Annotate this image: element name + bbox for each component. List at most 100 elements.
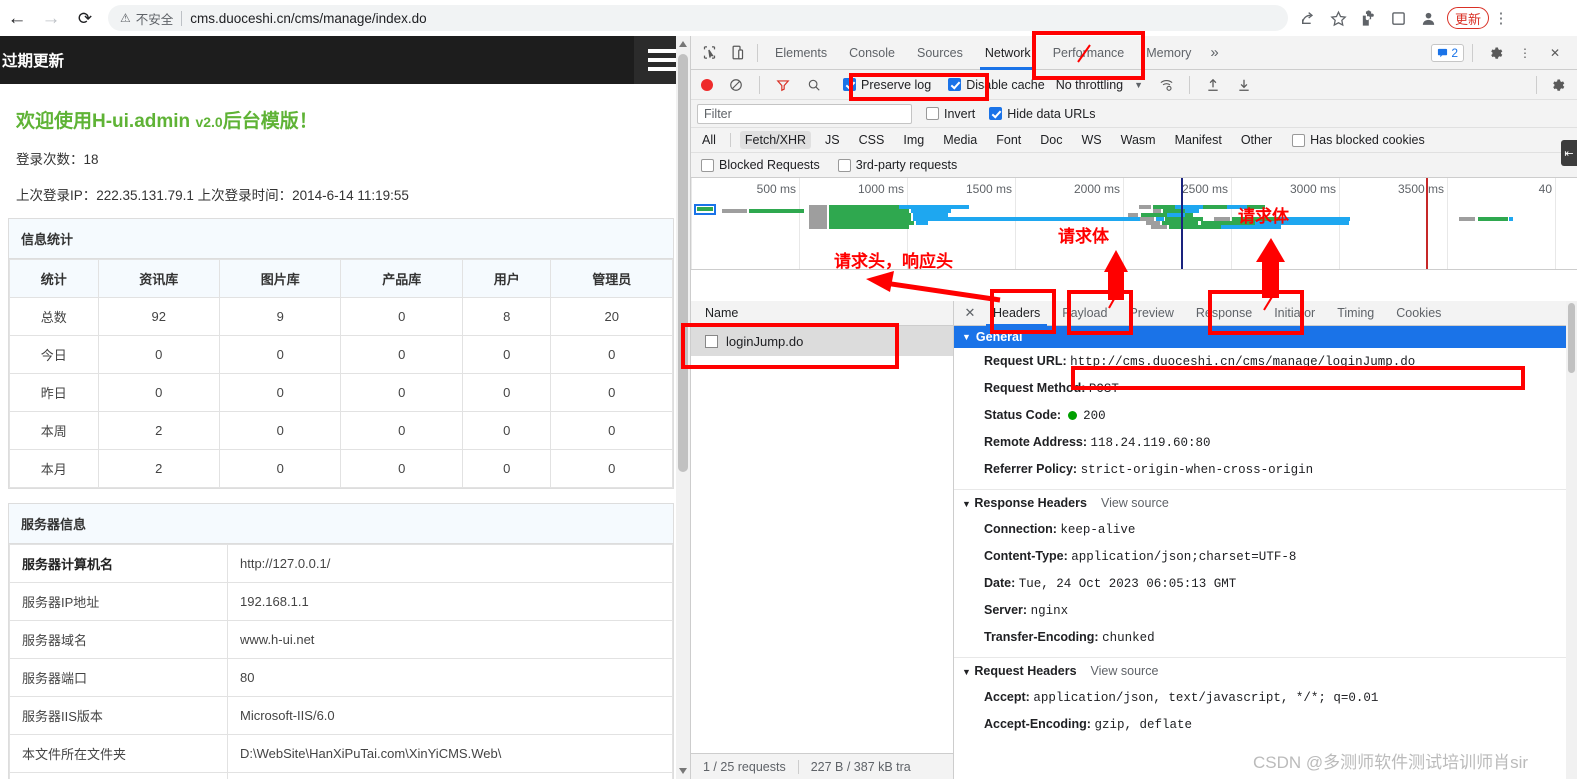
requests-column-header: Name: [691, 301, 953, 326]
cell: 0: [340, 411, 463, 450]
general-section-header[interactable]: ▼ General: [954, 326, 1577, 348]
welcome-main: 欢迎使用H-ui.admin: [16, 111, 196, 132]
row-value: 80: [227, 658, 673, 697]
cell: 本周: [9, 411, 99, 450]
has-blocked-cookies-checkbox[interactable]: Has blocked cookies: [1292, 133, 1425, 147]
scrollbar-thumb[interactable]: [678, 54, 688, 472]
tab-response[interactable]: Response: [1185, 301, 1263, 326]
row-value: nginx: [1030, 604, 1069, 618]
upload-arrow-icon[interactable]: [1199, 71, 1227, 99]
tab-payload[interactable]: Payload: [1051, 301, 1118, 326]
type-filter-wasm[interactable]: Wasm: [1116, 131, 1161, 149]
cell: 0: [97, 373, 221, 412]
close-detail-icon[interactable]: ✕: [958, 305, 982, 321]
timeline-tick: 2500 ms: [1181, 182, 1228, 196]
address-bar[interactable]: ⚠ 不安全 cms.duoceshi.cn/cms/manage/index.d…: [108, 5, 1288, 31]
download-arrow-icon[interactable]: [1230, 71, 1258, 99]
preserve-log-checkbox[interactable]: Preserve log: [843, 78, 931, 92]
clear-icon[interactable]: [722, 71, 750, 99]
device-toolbar-icon[interactable]: [723, 39, 751, 67]
browser-menu-icon[interactable]: ⋮: [1491, 9, 1511, 27]
update-button[interactable]: 更新: [1447, 7, 1490, 29]
devtools-menu-icon[interactable]: ⋮: [1511, 39, 1539, 67]
tab-performance[interactable]: Performance: [1042, 36, 1136, 70]
network-settings-gear-icon[interactable]: [1543, 71, 1571, 99]
type-filter-js[interactable]: JS: [820, 131, 845, 149]
network-overview-timeline[interactable]: 500 ms 1000 ms 1500 ms 2000 ms 2500 ms 3…: [691, 178, 1577, 270]
blocked-requests-checkbox[interactable]: Blocked Requests: [701, 158, 820, 172]
message-count-badge[interactable]: 2: [1431, 43, 1464, 62]
page-scrollbar[interactable]: [676, 36, 690, 779]
forward-icon[interactable]: →: [34, 1, 68, 35]
remote-address-value: 118.24.119.60:80: [1090, 436, 1211, 450]
third-party-requests-checkbox[interactable]: 3rd-party requests: [837, 158, 957, 172]
server-info-panel: 服务器信息 服务器计算机名 http://127.0.0.1/ 服务器IP地址 …: [8, 503, 674, 779]
type-filter-ws[interactable]: WS: [1076, 131, 1106, 149]
response-headers-section-header[interactable]: ▼ Response Headers View source: [954, 489, 1577, 516]
type-filter-doc[interactable]: Doc: [1035, 131, 1067, 149]
invert-checkbox[interactable]: Invert: [926, 107, 975, 121]
tab-network[interactable]: Network: [974, 36, 1042, 70]
disable-cache-checkbox[interactable]: Disable cache: [948, 78, 1045, 92]
detail-scrollbar[interactable]: [1566, 301, 1577, 779]
scrollbar-thumb[interactable]: [1568, 303, 1575, 373]
filter-icon[interactable]: [769, 71, 797, 99]
search-input[interactable]: Filter: [697, 103, 912, 124]
tab-headers[interactable]: Headers: [982, 301, 1051, 326]
tab-timing[interactable]: Timing: [1326, 301, 1385, 326]
request-headers-section-header[interactable]: ▼ Request Headers View source: [954, 657, 1577, 684]
type-filter-all[interactable]: All: [697, 131, 721, 149]
tab-cookies[interactable]: Cookies: [1385, 301, 1452, 326]
inspect-element-icon[interactable]: [695, 39, 723, 67]
cell: 9: [219, 297, 342, 336]
row-key: Accept:: [984, 690, 1030, 704]
type-filter-media[interactable]: Media: [938, 131, 982, 149]
back-icon[interactable]: ←: [0, 1, 34, 35]
avatar-icon[interactable]: [1414, 4, 1442, 32]
type-filter-font[interactable]: Font: [991, 131, 1026, 149]
gear-icon[interactable]: [1481, 39, 1509, 67]
overview-bar: [749, 209, 804, 213]
puzzle-icon[interactable]: [1354, 4, 1382, 32]
network-toolbar: Preserve log Disable cache No throttling…: [691, 70, 1577, 100]
tab-initiator[interactable]: Initiator: [1263, 301, 1326, 326]
checkbox-box: [948, 78, 962, 91]
close-icon[interactable]: ✕: [1541, 39, 1569, 67]
search-icon[interactable]: [800, 71, 828, 99]
tab-elements[interactable]: Elements: [764, 36, 838, 70]
toolbar-divider: [759, 75, 760, 94]
chevron-down-icon[interactable]: ▼: [1134, 80, 1143, 90]
cell: 0: [340, 373, 463, 412]
scroll-down-icon[interactable]: [679, 768, 687, 774]
record-icon[interactable]: [701, 78, 713, 91]
chevron-down-icon: ▼: [962, 332, 971, 342]
wifi-settings-icon[interactable]: [1152, 71, 1180, 99]
tab-sources[interactable]: Sources: [906, 36, 974, 70]
view-source-link[interactable]: View source: [1101, 496, 1169, 510]
share-icon[interactable]: [1294, 4, 1322, 32]
tab-memory[interactable]: Memory: [1135, 36, 1202, 70]
throttling-select[interactable]: No throttling: [1056, 78, 1123, 92]
side-panel-icon[interactable]: [1384, 4, 1412, 32]
hide-data-urls-label: Hide data URLs: [1007, 106, 1096, 121]
hide-data-urls-checkbox[interactable]: Hide data URLs: [989, 106, 1096, 121]
request-method-value: POST: [1088, 382, 1119, 396]
tab-console[interactable]: Console: [838, 36, 906, 70]
type-filter-other[interactable]: Other: [1236, 131, 1277, 149]
chevron-double-right-icon[interactable]: »: [1202, 44, 1226, 61]
list-item[interactable]: loginJump.do: [691, 326, 953, 356]
scroll-up-icon[interactable]: [679, 41, 687, 47]
update-label: 更新: [1455, 11, 1482, 27]
type-filter-img[interactable]: Img: [898, 131, 929, 149]
cell: 0: [97, 335, 221, 374]
reload-icon[interactable]: ⟳: [68, 1, 102, 35]
tab-preview[interactable]: Preview: [1118, 301, 1184, 326]
type-filter-fetch-xhr[interactable]: Fetch/XHR: [739, 131, 812, 149]
transfer-size: 227 B / 387 kB tra: [810, 759, 911, 774]
row-value: Microsoft-IIS/6.0: [227, 696, 673, 735]
type-filter-manifest[interactable]: Manifest: [1170, 131, 1227, 149]
type-filter-css[interactable]: CSS: [854, 131, 890, 149]
collapse-sidebar-icon[interactable]: ⇤: [1561, 140, 1577, 166]
star-icon[interactable]: [1324, 4, 1352, 32]
view-source-link[interactable]: View source: [1091, 664, 1159, 678]
